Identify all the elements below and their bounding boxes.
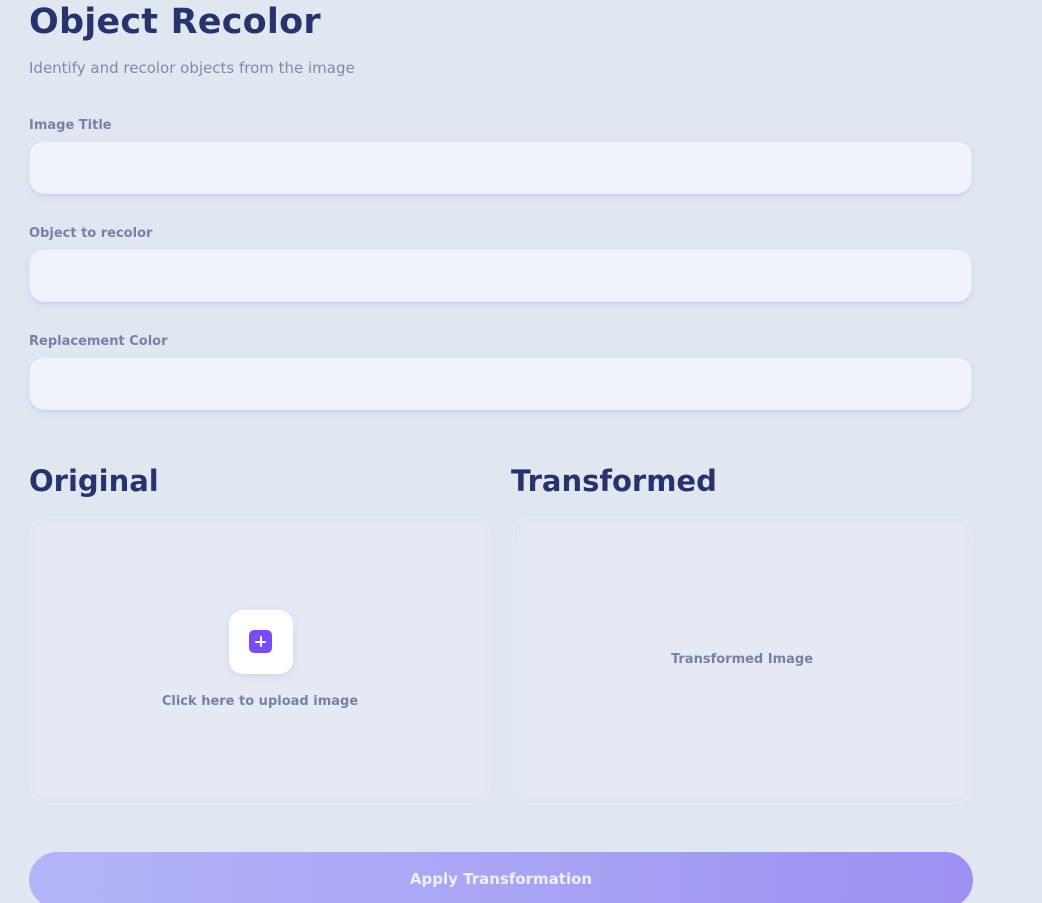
transformed-image-placeholder: Transformed Image — [670, 652, 814, 667]
upload-button[interactable] — [229, 610, 293, 674]
page-subtitle: Identify and recolor objects from the im… — [29, 59, 355, 77]
transformed-heading: Transformed — [511, 464, 717, 498]
apply-transformation-label: Apply Transformation — [409, 870, 593, 888]
transformed-image-preview: Transformed Image — [513, 517, 971, 804]
image-upload-dropzone[interactable]: Click here to upload image — [30, 517, 490, 804]
plus-icon — [249, 630, 272, 653]
object-to-recolor-label: Object to recolor — [29, 226, 153, 241]
replacement-color-label: Replacement Color — [29, 334, 168, 349]
original-heading: Original — [29, 464, 159, 498]
replacement-color-input[interactable] — [29, 357, 972, 410]
object-to-recolor-input[interactable] — [29, 249, 972, 302]
page-title: Object Recolor — [29, 2, 321, 42]
object-recolor-page: Object Recolor Identify and recolor obje… — [0, 0, 1042, 903]
image-title-label: Image Title — [29, 118, 112, 133]
upload-instructions: Click here to upload image — [161, 694, 359, 709]
image-title-input[interactable] — [29, 141, 972, 194]
apply-transformation-button[interactable]: Apply Transformation — [29, 852, 973, 903]
